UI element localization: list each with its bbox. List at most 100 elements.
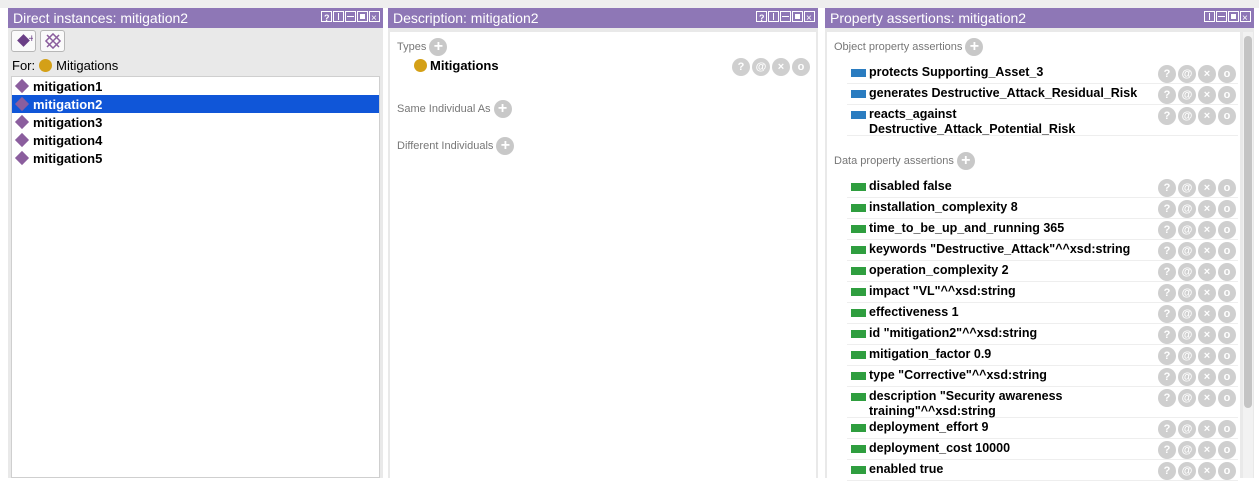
- edit-icon[interactable]: o: [1218, 107, 1236, 125]
- help-icon[interactable]: ?: [1158, 368, 1176, 386]
- add-object-assertion-icon[interactable]: +: [965, 38, 984, 56]
- data-assertion-row[interactable]: keywords "Destructive_Attack"^^xsd:strin…: [851, 242, 1163, 257]
- annotate-icon[interactable]: @: [1178, 86, 1196, 104]
- add-individual-button[interactable]: +: [11, 30, 36, 52]
- help-icon[interactable]: ?: [1158, 347, 1176, 365]
- data-assertion-row[interactable]: time_to_be_up_and_running 365: [851, 221, 1163, 236]
- add-different-individual-icon[interactable]: +: [496, 137, 515, 155]
- data-assertion-row[interactable]: enabled true: [851, 462, 1163, 477]
- split-horizontal-icon[interactable]: [345, 11, 356, 22]
- close-view-icon[interactable]: [1240, 9, 1251, 29]
- edit-icon[interactable]: o: [1218, 263, 1236, 281]
- help-icon[interactable]: ?: [1158, 65, 1176, 83]
- delete-icon[interactable]: ×: [772, 58, 790, 76]
- delete-individual-button[interactable]: [40, 30, 65, 52]
- annotate-icon[interactable]: @: [1178, 200, 1196, 218]
- close-view-icon[interactable]: [804, 9, 815, 29]
- delete-icon[interactable]: ×: [1198, 86, 1216, 104]
- edit-icon[interactable]: o: [1218, 65, 1236, 83]
- annotate-icon[interactable]: @: [1178, 107, 1196, 125]
- edit-icon[interactable]: o: [1218, 86, 1236, 104]
- delete-icon[interactable]: ×: [1198, 462, 1216, 480]
- close-view-icon[interactable]: [369, 9, 380, 29]
- data-assertion-row[interactable]: installation_complexity 8: [851, 200, 1163, 215]
- list-item[interactable]: mitigation2: [12, 95, 379, 113]
- help-icon[interactable]: ?: [1158, 389, 1176, 407]
- add-type-icon[interactable]: +: [429, 38, 448, 56]
- edit-icon[interactable]: o: [1218, 179, 1236, 197]
- delete-icon[interactable]: ×: [1198, 326, 1216, 344]
- help-icon[interactable]: ?: [1158, 221, 1176, 239]
- annotate-icon[interactable]: @: [1178, 263, 1196, 281]
- delete-icon[interactable]: ×: [1198, 200, 1216, 218]
- split-vertical-icon[interactable]: [1204, 11, 1215, 22]
- edit-icon[interactable]: o: [1218, 305, 1236, 323]
- annotate-icon[interactable]: @: [1178, 368, 1196, 386]
- help-icon[interactable]: ?: [1158, 441, 1176, 459]
- annotate-icon[interactable]: @: [752, 58, 770, 76]
- delete-icon[interactable]: ×: [1198, 179, 1216, 197]
- edit-icon[interactable]: o: [1218, 242, 1236, 260]
- type-row[interactable]: Mitigations: [414, 58, 499, 73]
- edit-icon[interactable]: o: [1218, 347, 1236, 365]
- list-item[interactable]: mitigation5: [12, 149, 379, 167]
- help-icon[interactable]: ?: [1158, 305, 1176, 323]
- add-same-individual-icon[interactable]: +: [493, 100, 512, 118]
- list-item[interactable]: mitigation3: [12, 113, 379, 131]
- annotate-icon[interactable]: @: [1178, 179, 1196, 197]
- annotate-icon[interactable]: @: [1178, 347, 1196, 365]
- data-assertion-row[interactable]: deployment_effort 9: [851, 420, 1163, 435]
- data-assertion-row[interactable]: effectiveness 1: [851, 305, 1163, 320]
- delete-icon[interactable]: ×: [1198, 305, 1216, 323]
- delete-icon[interactable]: ×: [1198, 347, 1216, 365]
- split-vertical-icon[interactable]: [768, 11, 779, 22]
- list-item[interactable]: mitigation4: [12, 131, 379, 149]
- help-window-icon[interactable]: [321, 8, 332, 28]
- scrollbar[interactable]: [1243, 32, 1253, 478]
- edit-icon[interactable]: o: [1218, 221, 1236, 239]
- scrollbar-thumb[interactable]: [1244, 36, 1252, 408]
- data-assertion-row[interactable]: impact "VL"^^xsd:string: [851, 284, 1163, 299]
- data-assertion-row[interactable]: disabled false: [851, 179, 1163, 194]
- edit-icon[interactable]: o: [1218, 389, 1236, 407]
- data-assertion-row[interactable]: description "Security awareness training…: [851, 389, 1163, 419]
- help-icon[interactable]: ?: [1158, 86, 1176, 104]
- annotate-icon[interactable]: @: [1178, 65, 1196, 83]
- split-horizontal-icon[interactable]: [780, 11, 791, 22]
- annotate-icon[interactable]: @: [1178, 389, 1196, 407]
- split-vertical-icon[interactable]: [333, 11, 344, 22]
- help-icon[interactable]: ?: [732, 58, 750, 76]
- data-assertion-row[interactable]: mitigation_factor 0.9: [851, 347, 1163, 362]
- data-assertion-row[interactable]: type "Corrective"^^xsd:string: [851, 368, 1163, 383]
- delete-icon[interactable]: ×: [1198, 242, 1216, 260]
- data-assertion-row[interactable]: id "mitigation2"^^xsd:string: [851, 326, 1163, 341]
- edit-icon[interactable]: o: [1218, 420, 1236, 438]
- maximize-icon[interactable]: [357, 11, 368, 22]
- object-assertion-row[interactable]: protects Supporting_Asset_3: [851, 65, 1163, 80]
- delete-icon[interactable]: ×: [1198, 368, 1216, 386]
- data-assertion-row[interactable]: deployment_cost 10000: [851, 441, 1163, 456]
- help-icon[interactable]: ?: [1158, 242, 1176, 260]
- delete-icon[interactable]: ×: [1198, 389, 1216, 407]
- edit-icon[interactable]: o: [1218, 368, 1236, 386]
- list-item[interactable]: mitigation1: [12, 77, 379, 95]
- edit-icon[interactable]: o: [1218, 441, 1236, 459]
- help-icon[interactable]: ?: [1158, 263, 1176, 281]
- delete-icon[interactable]: ×: [1198, 65, 1216, 83]
- annotate-icon[interactable]: @: [1178, 441, 1196, 459]
- help-icon[interactable]: ?: [1158, 462, 1176, 480]
- maximize-icon[interactable]: [1228, 11, 1239, 22]
- delete-icon[interactable]: ×: [1198, 441, 1216, 459]
- edit-icon[interactable]: o: [1218, 326, 1236, 344]
- annotate-icon[interactable]: @: [1178, 305, 1196, 323]
- help-window-icon[interactable]: [756, 8, 767, 28]
- delete-icon[interactable]: ×: [1198, 284, 1216, 302]
- delete-icon[interactable]: ×: [1198, 420, 1216, 438]
- object-assertion-row[interactable]: generates Destructive_Attack_Residual_Ri…: [851, 86, 1163, 101]
- delete-icon[interactable]: ×: [1198, 107, 1216, 125]
- object-assertion-row[interactable]: reacts_against Destructive_Attack_Potent…: [851, 107, 1163, 137]
- annotate-icon[interactable]: @: [1178, 462, 1196, 480]
- delete-icon[interactable]: ×: [1198, 263, 1216, 281]
- delete-icon[interactable]: ×: [1198, 221, 1216, 239]
- edit-icon[interactable]: o: [1218, 284, 1236, 302]
